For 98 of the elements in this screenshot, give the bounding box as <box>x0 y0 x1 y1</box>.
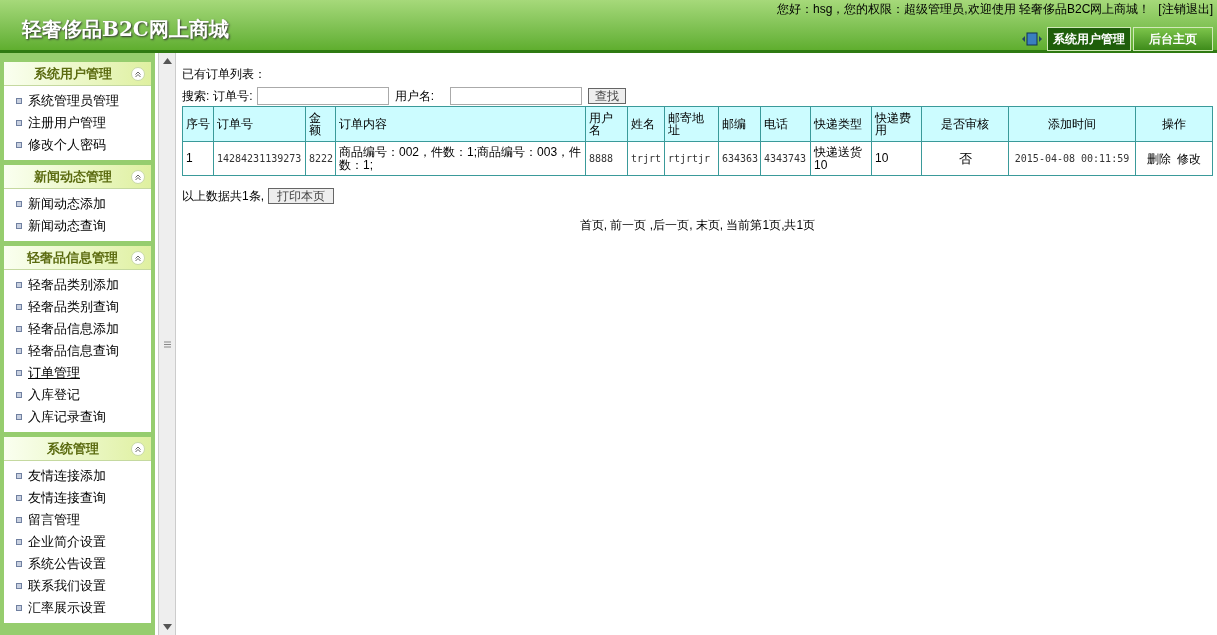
collapse-icon[interactable] <box>131 441 145 456</box>
column-header: 操作 <box>1135 106 1213 142</box>
action-link[interactable]: 删除 <box>1147 149 1171 168</box>
menu-item[interactable]: 轻奢品信息查询 <box>28 341 119 361</box>
menu-item[interactable]: 友情连接查询 <box>28 488 106 508</box>
table-cell: rtjrtjr <box>664 141 719 176</box>
header-tab[interactable]: 系统用户管理 <box>1047 27 1131 51</box>
pagination-text: 首页, 前一页 ,后一页, 末页, 当前第1页,共1页 <box>578 217 817 234</box>
table-cell: 4343743 <box>760 141 811 176</box>
bullet-icon <box>16 120 22 126</box>
menu-panel-header[interactable]: 系统管理 <box>4 437 151 461</box>
bullet-icon <box>16 539 22 545</box>
record-count-text: 以上数据共1条, <box>182 188 264 205</box>
menu-item[interactable]: 新闻动态查询 <box>28 216 106 236</box>
bullet-icon <box>16 495 22 501</box>
menu-item[interactable]: 订单管理 <box>28 363 80 383</box>
bullet-icon <box>16 348 22 354</box>
menu-item[interactable]: 轻奢品类别添加 <box>28 275 119 295</box>
menu-panel-title: 系统用户管理 <box>32 64 113 83</box>
order-number-label: 订单号: <box>213 88 253 105</box>
bullet-icon <box>16 561 22 567</box>
search-label: 搜索: <box>182 88 210 105</box>
column-header: 快递类型 <box>810 106 872 142</box>
menu-panel-header[interactable]: 系统用户管理 <box>4 62 151 86</box>
bullet-icon <box>16 326 22 332</box>
table-cell: 8222 <box>305 141 336 176</box>
menu-item[interactable]: 联系我们设置 <box>28 576 106 596</box>
table-cell: 10 <box>871 141 922 176</box>
menu-item[interactable]: 轻奢品类别查询 <box>28 297 119 317</box>
column-header: 邮编 <box>718 106 761 142</box>
menu-item[interactable]: 系统公告设置 <box>28 554 106 574</box>
menu-panel-title: 系统管理 <box>45 439 100 458</box>
order-number-field[interactable] <box>256 87 389 105</box>
table-cell: 1 <box>182 141 214 176</box>
column-header: 订单内容 <box>335 106 586 142</box>
menu-panel-header[interactable]: 新闻动态管理 <box>4 165 151 189</box>
column-header: 用户名 <box>585 106 628 142</box>
bullet-icon <box>16 517 22 523</box>
menu-item[interactable]: 友情连接添加 <box>28 466 106 486</box>
bullet-icon <box>16 201 22 207</box>
column-header: 序号 <box>182 106 214 142</box>
scroll-down-icon[interactable] <box>162 624 172 630</box>
column-header: 是否审核 <box>921 106 1009 142</box>
logout-link[interactable]: [注销退出] <box>1158 0 1213 18</box>
column-header: 邮寄地址 <box>664 106 719 142</box>
menu-item[interactable]: 轻奢品信息添加 <box>28 319 119 339</box>
column-header: 电话 <box>760 106 811 142</box>
table-cell: trjrt <box>627 141 665 176</box>
bullet-icon <box>16 223 22 229</box>
bullet-icon <box>16 98 22 104</box>
table-cell: 商品编号：002，件数：1;商品编号：003，件数：1; <box>335 141 586 176</box>
collapse-icon[interactable] <box>131 250 145 265</box>
bullet-icon <box>16 392 22 398</box>
menu-panel-header[interactable]: 轻奢品信息管理 <box>4 246 151 270</box>
bullet-icon <box>16 370 22 376</box>
bullet-icon <box>16 605 22 611</box>
collapse-icon[interactable] <box>131 169 145 184</box>
table-cell: 2015-04-08 00:11:59 <box>1008 141 1136 176</box>
site-title: 轻奢侈品B2C网上商城 <box>20 16 229 43</box>
menu-item[interactable]: 修改个人密码 <box>28 135 106 155</box>
scroll-up-icon[interactable] <box>162 58 172 64</box>
column-header: 快递费用 <box>871 106 922 142</box>
column-header: 订单号 <box>213 106 306 142</box>
table-cell: 634363 <box>718 141 761 176</box>
column-header: 姓名 <box>627 106 665 142</box>
menu-panel-title: 轻奢品信息管理 <box>26 248 119 267</box>
username-field[interactable] <box>450 87 583 105</box>
column-header: 金额 <box>305 106 336 142</box>
bullet-icon <box>16 414 22 420</box>
bullet-icon <box>16 304 22 310</box>
bullet-icon <box>16 473 22 479</box>
menu-item[interactable]: 系统管理员管理 <box>28 91 119 111</box>
scroll-thumb-icon[interactable] <box>163 340 171 348</box>
menu-item[interactable]: 新闻动态添加 <box>28 194 106 214</box>
table-cell: 快递送货10 <box>810 141 872 176</box>
table-cell: 8888 <box>585 141 628 176</box>
table-cell: 14284231139273 <box>213 141 306 176</box>
list-heading: 已有订单列表： <box>182 66 267 81</box>
bullet-icon <box>16 282 22 288</box>
bullet-icon <box>16 583 22 589</box>
collapse-icon[interactable] <box>131 66 145 81</box>
menu-item[interactable]: 企业简介设置 <box>28 532 106 552</box>
print-button[interactable]: 打印本页 <box>268 188 334 204</box>
table-cell: 否 <box>921 141 1009 176</box>
menu-panel-title: 新闻动态管理 <box>32 167 113 186</box>
bullet-icon <box>16 142 22 148</box>
panel-toggle-icon[interactable] <box>1021 32 1043 46</box>
menu-item[interactable]: 入库记录查询 <box>28 407 106 427</box>
username-label: 用户名: <box>394 88 435 105</box>
welcome-text: 您好：hsg，您的权限：超级管理员,欢迎使用 轻奢侈品B2C网上商城！ <box>776 1 1151 18</box>
menu-item[interactable]: 入库登记 <box>28 385 80 405</box>
menu-item[interactable]: 注册用户管理 <box>28 113 106 133</box>
menu-item[interactable]: 汇率展示设置 <box>28 598 106 618</box>
scrollbar[interactable] <box>158 53 176 635</box>
search-button[interactable]: 查找 <box>588 88 627 104</box>
column-header: 添加时间 <box>1008 106 1136 142</box>
menu-item[interactable]: 留言管理 <box>28 510 80 530</box>
action-link[interactable]: 修改 <box>1177 149 1201 168</box>
